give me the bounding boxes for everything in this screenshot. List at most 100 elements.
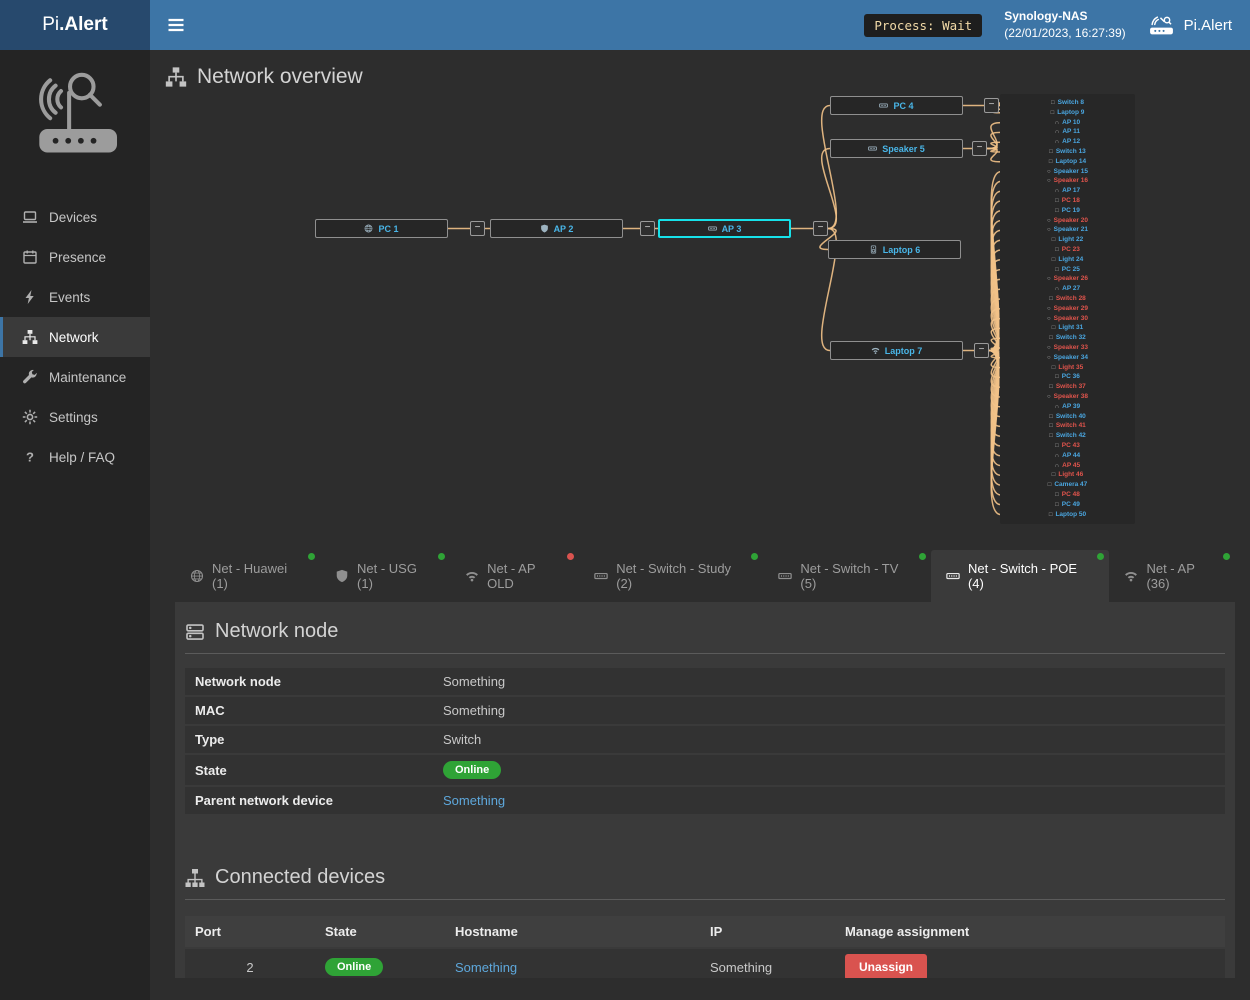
column-device-speaker-16[interactable]: ○Speaker 16 [1000,176,1135,186]
host-timestamp: (22/01/2023, 16:27:39) [1004,25,1125,42]
column-device-laptop-14[interactable]: □Laptop 14 [1000,157,1135,167]
column-device-ap-12[interactable]: ∩AP 12 [1000,137,1135,147]
menu-toggle-icon[interactable] [166,15,186,35]
topbar-main: Process: Wait Synology-NAS (22/01/2023, … [150,0,1250,50]
column-device-pc-18[interactable]: □PC 18 [1000,196,1135,206]
diagram-node-ap-3[interactable]: AP 3 [658,219,791,238]
column-header-ip: IP [700,916,835,947]
column-device-light-22[interactable]: □Light 22 [1000,235,1135,245]
network-diagram: PC 1 AP 2 AP 3 PC 4 Speaker 5 Laptop 6 Laptop … [150,94,1250,546]
column-device-ap-17[interactable]: ∩AP 17 [1000,186,1135,196]
column-device-light-31[interactable]: □Light 31 [1000,323,1135,333]
collapse-connector-c7[interactable]: − [974,343,989,358]
column-device-speaker-15[interactable]: ○Speaker 15 [1000,167,1135,177]
unassign-button[interactable]: Unassign [845,954,927,978]
column-device-ap-39[interactable]: ∩AP 39 [1000,402,1135,412]
column-device-speaker-34[interactable]: ○Speaker 34 [1000,353,1135,363]
column-device-pc-43[interactable]: □PC 43 [1000,441,1135,451]
switch-icon [868,144,877,153]
column-device-pc-36[interactable]: □PC 36 [1000,372,1135,382]
column-device-speaker-33[interactable]: ○Speaker 33 [1000,343,1135,353]
column-device-camera-47[interactable]: □Camera 47 [1000,480,1135,490]
column-device-ap-44[interactable]: ∩AP 44 [1000,451,1135,461]
collapse-connector-c5[interactable]: − [972,141,987,156]
column-device-pc-25[interactable]: □PC 25 [1000,265,1135,275]
network-node-table: Network nodeSomethingMACSomethingTypeSwi… [185,668,1225,814]
diagram-node-laptop-7[interactable]: Laptop 7 [830,341,963,360]
hostname-link[interactable]: Something [455,960,517,975]
tab-net-usg-1[interactable]: Net - USG (1) [320,550,450,602]
tab-net-switch-study-2[interactable]: Net - Switch - Study (2) [579,550,763,602]
sidebar-item-maintenance[interactable]: Maintenance [0,357,150,397]
divider [185,899,1225,900]
tab-net-ap-old[interactable]: Net - AP OLD [450,550,579,602]
sidebar-item-presence[interactable]: Presence [0,237,150,277]
collapse-connector-c2[interactable]: − [640,221,655,236]
column-device-speaker-20[interactable]: ○Speaker 20 [1000,216,1135,226]
column-device-speaker-21[interactable]: ○Speaker 21 [1000,225,1135,235]
parent-device-link[interactable]: Something [443,793,505,808]
column-device-switch-41[interactable]: □Switch 41 [1000,421,1135,431]
column-device-switch-37[interactable]: □Switch 37 [1000,382,1135,392]
column-device-switch-40[interactable]: □Switch 40 [1000,412,1135,422]
column-device-switch-42[interactable]: □Switch 42 [1000,431,1135,441]
diagram-node-pc-1[interactable]: PC 1 [315,219,448,238]
pc-icon: □ [1055,267,1059,273]
tab-label: Net - AP OLD [487,561,564,591]
diagram-node-speaker-5[interactable]: Speaker 5 [830,139,963,158]
column-device-switch-8[interactable]: □Switch 8 [1000,98,1135,108]
switch-icon: □ [1049,414,1053,420]
column-device-light-35[interactable]: □Light 35 [1000,363,1135,373]
column-device-ap-11[interactable]: ∩AP 11 [1000,127,1135,137]
status-dot [438,553,445,560]
column-device-switch-28[interactable]: □Switch 28 [1000,294,1135,304]
column-device-light-46[interactable]: □Light 46 [1000,470,1135,480]
sidebar-menu: DevicesPresenceEventsNetworkMaintenance S… [0,197,150,477]
column-device-pc-23[interactable]: □PC 23 [1000,245,1135,255]
column-device-switch-32[interactable]: □Switch 32 [1000,333,1135,343]
column-device-ap-45[interactable]: ∩AP 45 [1000,461,1135,471]
collapse-connector-c4[interactable]: − [984,98,999,113]
switch-icon: □ [1049,433,1053,439]
sidebar-item-help-faq[interactable]: ?Help / FAQ [0,437,150,477]
diagram-node-laptop-6[interactable]: Laptop 6 [828,240,961,259]
tab-net-switch-tv-5[interactable]: Net - Switch - TV (5) [763,550,931,602]
diagram-node-pc-4[interactable]: PC 4 [830,96,963,115]
column-device-speaker-29[interactable]: ○Speaker 29 [1000,304,1135,314]
tab-net-ap-36[interactable]: Net - AP (36) [1109,550,1235,602]
column-device-pc-49[interactable]: □PC 49 [1000,500,1135,510]
column-device-pc-48[interactable]: □PC 48 [1000,490,1135,500]
sidebar-item-label: Settings [49,410,98,425]
app-brand[interactable]: Pi.Alert [1148,15,1234,36]
collapse-connector-c1[interactable]: − [470,221,485,236]
column-device-switch-13[interactable]: □Switch 13 [1000,147,1135,157]
detail-label: MAC [195,703,443,718]
tab-net-huawei-1[interactable]: Net - Huawei (1) [175,550,320,602]
sidebar-item-events[interactable]: Events [0,277,150,317]
column-device-speaker-30[interactable]: ○Speaker 30 [1000,314,1135,324]
collapse-connector-c3[interactable]: − [813,221,828,236]
column-device-speaker-26[interactable]: ○Speaker 26 [1000,274,1135,284]
detail-label: Type [195,732,443,747]
brand[interactable]: Pi.Alert [0,0,150,50]
speaker-icon: ○ [1047,227,1051,233]
column-device-speaker-38[interactable]: ○Speaker 38 [1000,392,1135,402]
column-device-ap-27[interactable]: ∩AP 27 [1000,284,1135,294]
tab-label: Net - Switch - TV (5) [800,561,916,591]
sidebar-item-network[interactable]: Network [0,317,150,357]
column-device-laptop-50[interactable]: □Laptop 50 [1000,510,1135,520]
diagram-node-ap-2[interactable]: AP 2 [490,219,623,238]
node-panel: Network node Network nodeSomethingMACSom… [175,602,1235,978]
detail-label: Parent network device [195,793,443,808]
detail-value: Switch [443,732,481,747]
tab-net-switch-poe-4[interactable]: Net - Switch - POE (4) [931,550,1109,602]
sidebar-item-devices[interactable]: Devices [0,197,150,237]
column-device-pc-19[interactable]: □PC 19 [1000,206,1135,216]
column-header-port: Port [185,916,315,947]
column-device-light-24[interactable]: □Light 24 [1000,255,1135,265]
laptop-icon: □ [1051,110,1055,116]
tab-label: Net - USG (1) [357,561,435,591]
column-device-ap-10[interactable]: ∩AP 10 [1000,118,1135,128]
column-device-laptop-9[interactable]: □Laptop 9 [1000,108,1135,118]
sidebar-item-settings[interactable]: Settings [0,397,150,437]
